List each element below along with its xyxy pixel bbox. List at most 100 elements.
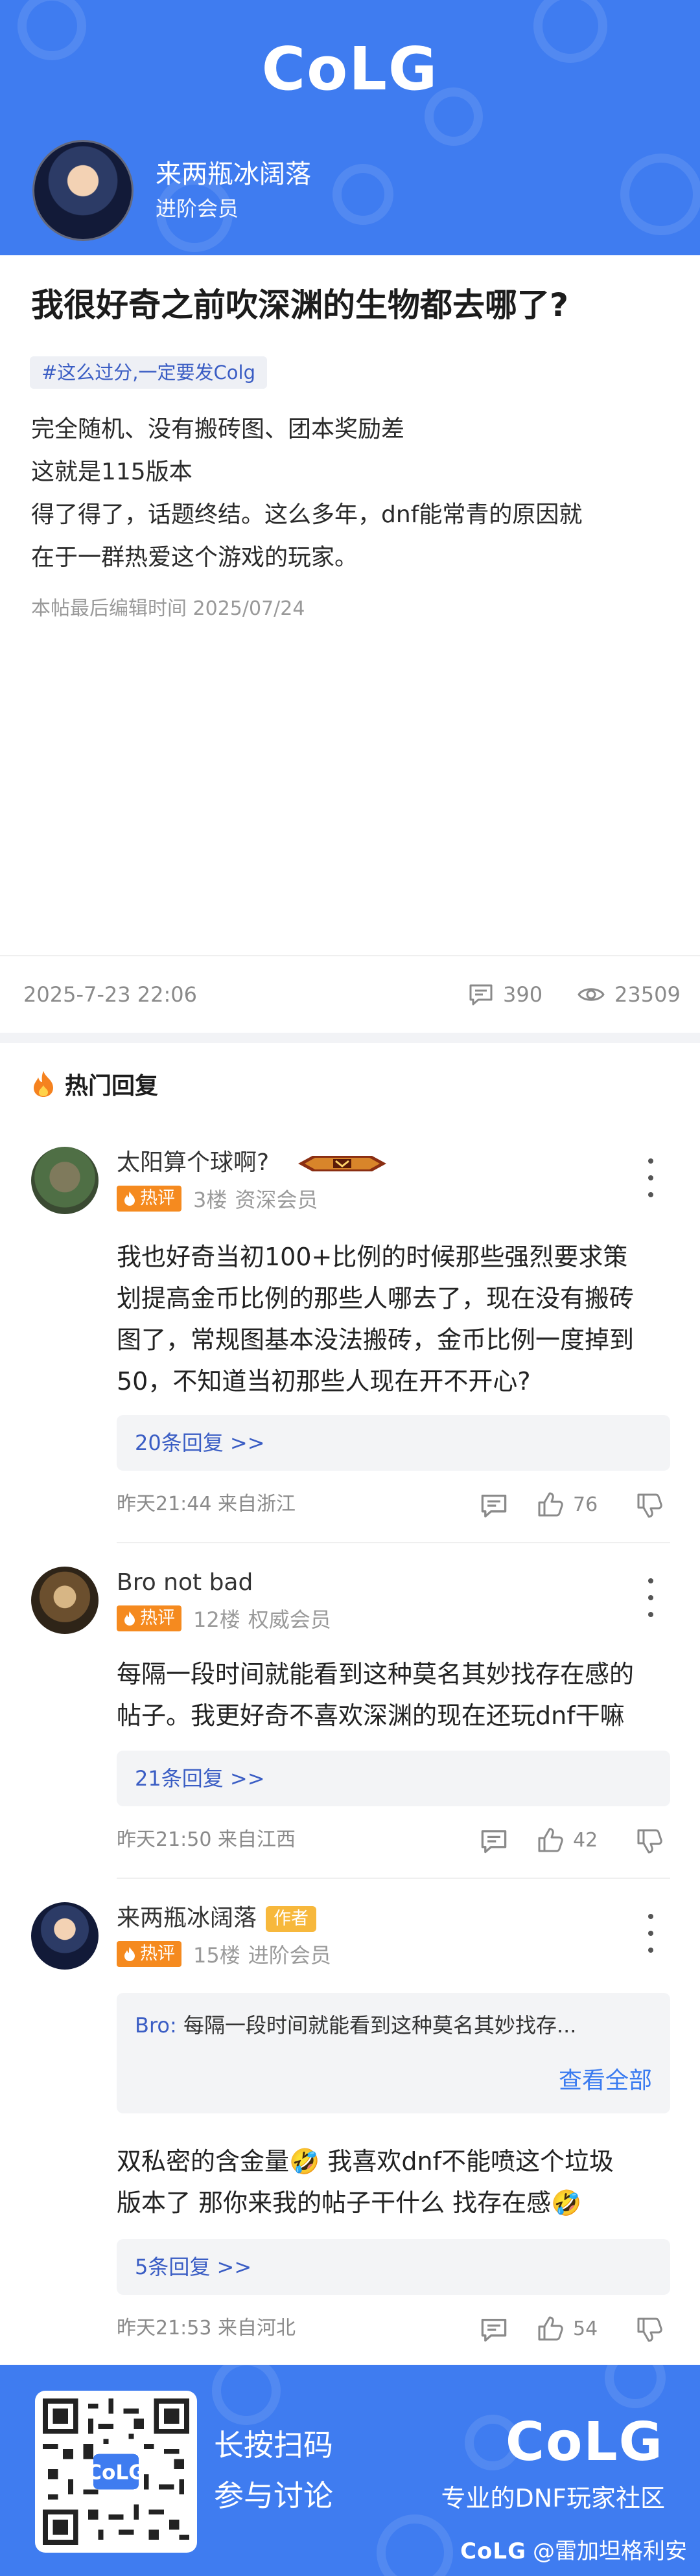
quoted-reply[interactable]: Bro: 每隔一段时间就能看到这种莫名其妙找存... 查看全部 (117, 1993, 670, 2113)
floor-number: 15楼 (193, 1943, 240, 1968)
hot-replies-title: 热门回复 (65, 1073, 159, 1099)
reply-text: 双私密的含金量🤣 我喜欢dnf不能喷这个垃圾 版本了 那你来我的帖子干什么 找存… (117, 2141, 675, 2224)
rank-badge-icon (298, 1156, 386, 1171)
thumbs-down-icon[interactable] (635, 2317, 664, 2343)
hot-comment-badge: 热评 (117, 1605, 181, 1631)
comment-icon[interactable] (480, 2317, 508, 2343)
logo-container: CoLG (0, 34, 700, 105)
hot-badge-label: 热评 (140, 1944, 175, 1964)
scan-cta-line1: 长按扫码 (214, 2428, 333, 2463)
reply-text-line: 每隔一段时间就能看到这种莫名其妙找存在感的 (117, 1660, 635, 1688)
sub-replies-link[interactable]: 20条回复 >> (117, 1415, 670, 1471)
reply-footer: 昨天21:50 来自江西 42 (117, 1824, 670, 1856)
quoted-text: Bro: 每隔一段时间就能看到这种莫名其妙找存... (135, 2007, 653, 2043)
member-level: 进阶会员 (248, 1943, 331, 1968)
reply-username[interactable]: 来两瓶冰阔落 (117, 1905, 257, 1931)
sub-replies-label: 5条回复 >> (135, 2255, 252, 2279)
qr-code[interactable]: CoLG (35, 2391, 197, 2553)
eye-icon (578, 988, 605, 1001)
qr-code-icon: CoLG (43, 2398, 189, 2545)
fire-icon (124, 1191, 135, 1206)
footer-credit: CoLG @雷加坦格利安 (460, 2535, 687, 2568)
post-body-line: 在于一群热爱这个游戏的玩家。 (31, 544, 358, 571)
sub-replies-label: 20条回复 >> (135, 1431, 265, 1455)
sub-replies-link[interactable]: 21条回复 >> (117, 1751, 670, 1806)
reply-text: 每隔一段时间就能看到这种莫名其妙找存在感的 帖子。我更好奇不喜欢深渊的现在还玩d… (117, 1653, 675, 1736)
reply-text-line: 我也好奇当初100+比例的时候那些强烈要求策 (117, 1243, 628, 1271)
credit-logo: CoLG (460, 2538, 526, 2564)
view-count-value: 23509 (614, 982, 681, 1007)
author-level: 进阶会员 (156, 196, 239, 221)
view-all-link[interactable]: 查看全部 (559, 2064, 652, 2098)
thumbs-up-icon (538, 1492, 563, 1517)
reply-avatar[interactable] (31, 1567, 99, 1634)
post-body-line: 得了得了，话题终结。这么多年，dnf能常青的原因就 (31, 501, 583, 528)
reply-username[interactable]: Bro not bad (117, 1567, 253, 1599)
thumbs-down-icon[interactable] (635, 1828, 664, 1854)
more-options-button[interactable] (639, 1914, 662, 1953)
fire-icon (124, 1947, 135, 1961)
author-avatar[interactable] (32, 140, 134, 241)
author-tag: 作者 (266, 1906, 317, 1932)
reply-avatar[interactable] (31, 1147, 99, 1214)
author-info: 来两瓶冰阔落 进阶会员 (156, 156, 311, 225)
comment-icon[interactable] (480, 1493, 508, 1519)
post-title: 我很好奇之前吹深渊的生物都去哪了? (31, 286, 569, 324)
more-options-button[interactable] (639, 1578, 662, 1617)
post-date: 2025-7-23 22:06 (23, 982, 197, 1007)
comment-count-value: 390 (503, 982, 543, 1007)
hot-comment-badge: 热评 (117, 1186, 181, 1212)
footer-slogan: 专业的DNF玩家社区 (441, 2484, 665, 2513)
like-count: 42 (573, 1828, 598, 1852)
hot-badge-label: 热评 (140, 1188, 175, 1208)
comment-count[interactable]: 390 (468, 980, 542, 1009)
quoted-author: Bro: (135, 2013, 177, 2038)
qr-logo-text: CoLG (87, 2461, 145, 2485)
more-vertical-icon (648, 1158, 653, 1164)
reply-text-line: 50，不知道当初那些人现在开不开心? (117, 1367, 531, 1396)
thumbs-up-icon (538, 1828, 563, 1852)
reply-text-line: 划提高金币比例的那些人哪去了，现在没有搬砖 (117, 1284, 635, 1313)
post-author[interactable]: 来两瓶冰阔落 进阶会员 (32, 140, 311, 241)
topic-tag[interactable]: #这么过分,一定要发Colg (30, 356, 267, 389)
reply-time-location: 昨天21:50 来自江西 (117, 1828, 296, 1851)
share-footer-banner: CoLG 长按扫码 参与讨论 CoLG 专业的DNF玩家社区 CoLG @雷加坦… (0, 2365, 700, 2576)
post-edit-note: 本帖最后编辑时间 2025/07/24 (31, 597, 305, 620)
reply-avatar[interactable] (31, 1902, 99, 1970)
like-button[interactable]: 76 (537, 1489, 598, 1520)
comment-icon (469, 984, 493, 1006)
reply-username[interactable]: 太阳算个球啊? (117, 1147, 269, 1179)
comment-icon[interactable] (480, 1828, 508, 1854)
more-vertical-icon (648, 1914, 653, 1919)
reply-footer: 昨天21:44 来自浙江 76 (117, 1489, 670, 1520)
author-name[interactable]: 来两瓶冰阔落 (156, 156, 311, 192)
member-level: 资深会员 (235, 1188, 318, 1212)
reply-text-line: 图了，常规图基本没法搬砖，金币比例一度掉到 (117, 1326, 635, 1354)
reply-time-location: 昨天21:53 来自河北 (117, 2317, 296, 2340)
thumbs-up-icon (538, 2316, 563, 2341)
reply-time-location: 昨天21:44 来自浙江 (117, 1493, 296, 1515)
reply-divider (117, 1542, 670, 1543)
like-count: 76 (573, 1493, 598, 1516)
more-vertical-icon (648, 1578, 653, 1583)
view-count: 23509 (577, 980, 681, 1009)
post-body-line: 完全随机、没有搬砖图、团本奖励差 (31, 416, 405, 443)
quoted-content: 每隔一段时间就能看到这种莫名其妙找存... (183, 2013, 577, 2038)
like-button[interactable]: 42 (537, 1824, 598, 1856)
sub-replies-link[interactable]: 5条回复 >> (117, 2239, 670, 2295)
section-divider (0, 1033, 700, 1043)
thumbs-down-icon[interactable] (635, 1493, 664, 1519)
fire-icon (34, 1071, 53, 1097)
post-header-banner: CoLG 来两瓶冰阔落 进阶会员 (0, 0, 700, 255)
like-button[interactable]: 54 (537, 2313, 598, 2344)
hot-comment-badge: 热评 (117, 1941, 181, 1967)
member-level: 权威会员 (248, 1607, 331, 1632)
post-body: 完全随机、没有搬砖图、团本奖励差 这就是115版本 得了得了，话题终结。这么多年… (31, 408, 673, 579)
footer-logo: CoLG (505, 2411, 664, 2473)
more-options-button[interactable] (639, 1158, 662, 1197)
like-count: 54 (573, 2317, 598, 2340)
reply-text-line: 帖子。我更好奇不喜欢深渊的现在还玩dnf干嘛 (117, 1701, 625, 1730)
reply-text: 我也好奇当初100+比例的时候那些强烈要求策 划提高金币比例的那些人哪去了，现在… (117, 1236, 675, 1402)
reply-badges: 热评 12楼 权威会员 (117, 1604, 331, 1633)
colg-logo[interactable]: CoLG (262, 34, 439, 105)
